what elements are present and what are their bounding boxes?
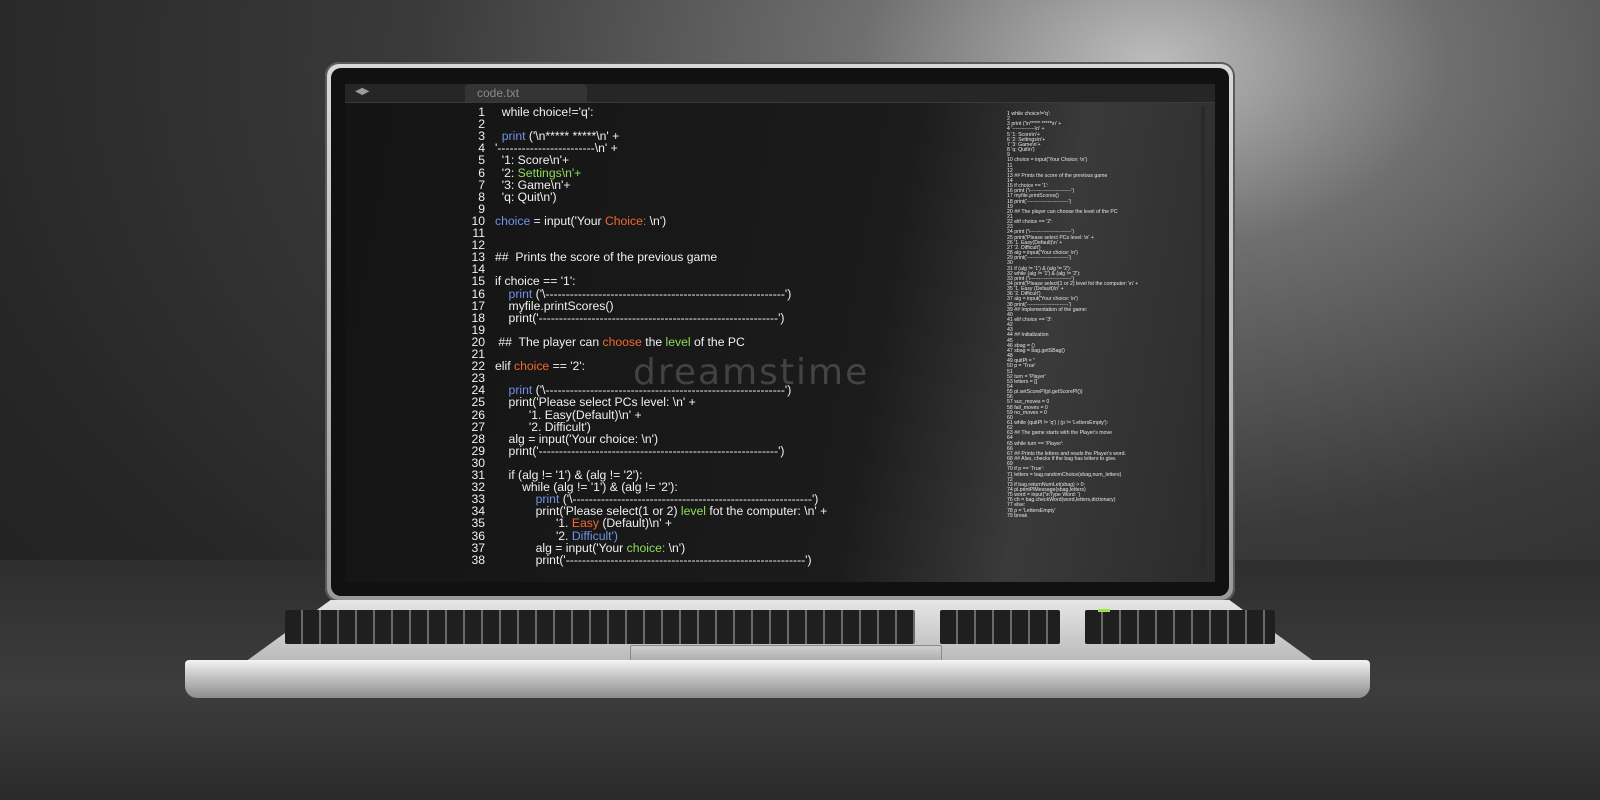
tab-navigation-arrows-icon[interactable]: ◀▶	[355, 86, 369, 97]
code-token: fot the computer: \n' +	[705, 504, 828, 519]
code-token: of the PC	[690, 334, 745, 349]
numpad-keys	[1085, 610, 1275, 644]
line-number: 16	[471, 286, 485, 301]
code-token: level	[680, 504, 706, 519]
minimap-line: 55 pl.setScorePl(pl.getScorePl())	[1007, 389, 1083, 396]
minimap-line: 18 print('------------------------')	[1007, 198, 1072, 205]
code-token: print('---------------------------------…	[495, 310, 785, 325]
code-token: == '2':	[549, 359, 586, 374]
minimap-line: 47 sbag = bag.getSBag()	[1007, 347, 1065, 354]
minimap-line: 68 ## Also, checks if the bag has letter…	[1007, 456, 1117, 463]
code-token: \n')	[646, 213, 667, 228]
main-keys	[285, 610, 915, 644]
line-number: 28	[471, 431, 485, 446]
minimap-line: 79 break	[1007, 512, 1028, 519]
minimap-line: 13 ## Prints the score of the previous g…	[1007, 172, 1108, 179]
line-number: 9	[478, 201, 485, 216]
line-number: 37	[471, 540, 485, 555]
line-number: 35	[471, 516, 485, 531]
minimap-line: 71 letters = bag.randomChoice(sbag,num_l…	[1007, 471, 1122, 478]
code-token: ## The player can	[495, 334, 603, 349]
code-token: while choice!='q':	[495, 105, 594, 119]
editor-tab-bar: ◀▶ code.txt	[345, 84, 1215, 103]
line-number: 17	[471, 298, 485, 313]
code-token: 'q: Quit\n')	[495, 189, 557, 204]
minimap-line: 10 choice = input('Your Choice: \n')	[1007, 157, 1088, 164]
line-number: 29	[471, 443, 485, 458]
line-number: 6	[478, 165, 485, 180]
code-text: elif choice == '2':	[495, 360, 585, 372]
code-token: elif	[495, 359, 514, 374]
code-text: ## Prints the score of the previous game	[495, 251, 717, 263]
line-number: 8	[478, 189, 485, 204]
tab-code-txt[interactable]: code.txt	[465, 84, 587, 102]
minimap-line: 41 elif choice == '3':	[1007, 317, 1053, 323]
arrow-keys	[940, 610, 1060, 644]
line-number: 26	[471, 407, 485, 422]
power-indicator-led	[1098, 609, 1110, 612]
laptop-lid: ◀▶ code.txt 1 while choice!='q': 2 3 print…	[325, 62, 1235, 602]
code-text: choice = input('Your Choice: \n')	[495, 215, 666, 227]
code-token: print('---------------------------------…	[495, 552, 812, 567]
line-number: 7	[478, 177, 485, 192]
laptop-keyboard	[285, 610, 1275, 644]
watermark-text: dreamstime	[633, 352, 870, 393]
minimap-line: 65 while turn == 'Player':	[1007, 440, 1064, 447]
code-token: choice	[513, 359, 550, 374]
editor-scrollbar[interactable]	[1201, 106, 1205, 572]
code-text: ## The player can choose the level of th…	[495, 334, 745, 349]
line-number: 18	[471, 310, 485, 325]
code-token: choice	[495, 213, 531, 228]
line-number: 25	[471, 395, 485, 410]
code-text: while choice!='q':	[495, 105, 594, 119]
minimap-line: 1 while choice!='q':	[1007, 111, 1051, 117]
code-text: print('---------------------------------…	[495, 554, 812, 566]
line-number: 19	[471, 322, 485, 337]
minimap-line: 39 ## Implementation of the game:	[1007, 306, 1088, 313]
line-number: 27	[471, 419, 485, 434]
code-token: Choice:	[604, 213, 647, 228]
code-token: level	[665, 334, 691, 349]
code-token: choose	[602, 334, 642, 349]
minimap-line: 44 ## Initialization	[1007, 332, 1049, 339]
minimap-line: 63 ## The game starts with the Player's …	[1007, 430, 1112, 437]
line-number: 5	[478, 153, 485, 168]
code-token: = input('Your	[530, 213, 605, 228]
line-number: 15	[471, 274, 485, 289]
minimap-line: 22 elif choice == '2':	[1007, 219, 1053, 226]
code-text: print('---------------------------------…	[495, 310, 785, 325]
code-token: ## Prints the score of the previous game	[495, 250, 718, 265]
line-number: 38	[471, 552, 485, 567]
screen-bezel: ◀▶ code.txt 1 while choice!='q': 2 3 print…	[331, 68, 1229, 596]
code-token: print('---------------------------------…	[495, 443, 785, 458]
minimap-line: 61 while (quitPl != 'q') | (p != 'Letter…	[1007, 420, 1109, 426]
code-text: 'q: Quit\n')	[495, 191, 557, 203]
minimap-line: 20 ## The player can choose the level of…	[1007, 208, 1118, 215]
laptop-base	[185, 660, 1370, 698]
line-number: 36	[471, 528, 485, 543]
minimap-line: 8 'q: Quit\n')	[1007, 147, 1035, 154]
code-editor-screen: ◀▶ code.txt 1 while choice!='q': 2 3 print…	[345, 84, 1215, 582]
code-token: the	[641, 334, 666, 349]
minimap-line: 29 print('------------------------')	[1007, 255, 1072, 262]
code-text: print('---------------------------------…	[495, 443, 785, 458]
